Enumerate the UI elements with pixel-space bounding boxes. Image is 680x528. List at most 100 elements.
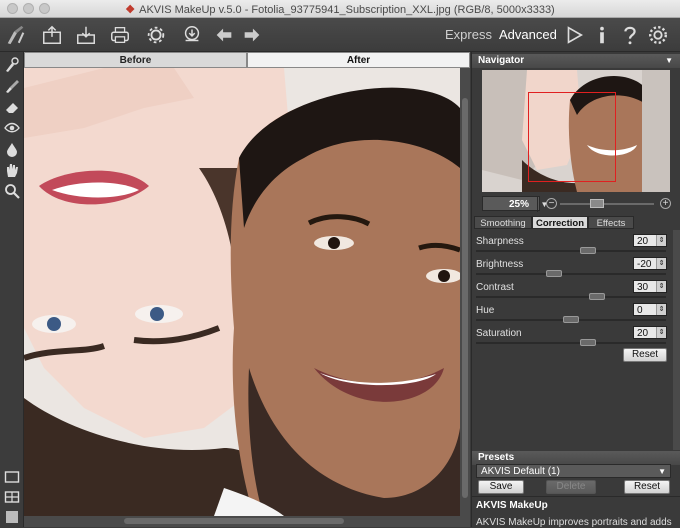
- param-row: Contrast 30 ⇕: [472, 280, 673, 305]
- image-canvas[interactable]: [24, 68, 460, 516]
- param-row: Saturation 20 ⇕: [472, 326, 673, 351]
- param-label: Sharpness: [476, 236, 524, 247]
- stepper-icon[interactable]: ⇕: [656, 235, 666, 246]
- print-icon[interactable]: [108, 23, 132, 47]
- param-value: 20: [637, 236, 649, 247]
- stepper-icon[interactable]: ⇕: [656, 281, 666, 292]
- presets-title: Presets: [478, 452, 515, 463]
- navigator-preview[interactable]: [482, 70, 670, 192]
- eye-icon[interactable]: [3, 119, 21, 137]
- param-slider-track[interactable]: [476, 296, 666, 298]
- background-view-icon[interactable]: [3, 508, 21, 526]
- param-label: Brightness: [476, 259, 524, 270]
- canvas-horizontal-scrollbar[interactable]: [24, 516, 470, 527]
- param-slider-thumb[interactable]: [563, 316, 579, 323]
- param-value: 0: [637, 305, 643, 316]
- param-row: Brightness -20 ⇕: [472, 257, 673, 282]
- canvas-vertical-scrollbar[interactable]: [460, 68, 470, 516]
- param-row: Hue 0 ⇕: [472, 303, 673, 328]
- param-label: Hue: [476, 305, 495, 316]
- brushes-logo-icon: [4, 23, 28, 47]
- param-value: 20: [637, 328, 649, 339]
- param-slider-thumb[interactable]: [589, 293, 606, 300]
- tab-smoothing[interactable]: Smoothing: [474, 216, 532, 229]
- zoom-in-icon[interactable]: +: [660, 198, 671, 209]
- info-divider: [472, 496, 680, 497]
- correction-settings: Reset Sharpness 20 ⇕ Brightness -20 ⇕ Contrast…: [472, 230, 673, 450]
- stepper-icon[interactable]: ⇕: [656, 304, 666, 315]
- preset-save-button[interactable]: Save: [478, 480, 524, 494]
- param-value-input[interactable]: 0 ⇕: [633, 303, 667, 316]
- save-icon[interactable]: [74, 23, 98, 47]
- tab-correction[interactable]: Correction: [532, 216, 588, 229]
- tools-panel: [0, 52, 24, 527]
- preferences-icon[interactable]: [646, 23, 670, 47]
- tab-after[interactable]: After: [247, 52, 470, 68]
- info-text: AKVIS MakeUp improves portraits and adds: [476, 517, 672, 528]
- main-toolbar: Express Advanced: [0, 18, 680, 52]
- zoom-icon[interactable]: [3, 182, 21, 200]
- split-view-icon[interactable]: [3, 488, 21, 506]
- title-bar: ❖ AKVIS MakeUp v.5.0 - Fotolia_93775941_S…: [0, 0, 680, 18]
- window-title-text: AKVIS MakeUp v.5.0 - Fotolia_93775941_Su…: [139, 4, 555, 16]
- zoom-controls: 25% ▼ − +: [472, 196, 680, 212]
- preset-selected-value: AKVIS Default (1): [481, 466, 560, 477]
- param-label: Saturation: [476, 328, 522, 339]
- param-label: Contrast: [476, 282, 514, 293]
- navigator-view-rect[interactable]: [528, 92, 616, 182]
- tab-effects[interactable]: Effects: [588, 216, 634, 229]
- advanced-mode-button[interactable]: Advanced: [499, 27, 557, 42]
- vertical-scroll-thumb[interactable]: [462, 98, 468, 498]
- zoom-select[interactable]: 25% ▼: [482, 196, 548, 212]
- zoom-value: 25%: [509, 199, 530, 210]
- preset-select[interactable]: AKVIS Default (1) ▼: [476, 464, 671, 478]
- param-slider-thumb[interactable]: [545, 270, 562, 277]
- makeup-brush-icon[interactable]: [3, 56, 21, 74]
- param-value: 30: [637, 282, 649, 293]
- param-value-input[interactable]: -20 ⇕: [633, 257, 667, 270]
- param-slider-track[interactable]: [476, 342, 666, 344]
- correction-scrollbar[interactable]: [673, 230, 680, 450]
- stepper-icon[interactable]: ⇕: [656, 258, 666, 269]
- param-slider-thumb[interactable]: [580, 247, 597, 254]
- eraser-icon[interactable]: [3, 98, 21, 116]
- param-value-input[interactable]: 20 ⇕: [633, 234, 667, 247]
- navigator-header: Navigator ▼: [472, 54, 680, 68]
- zoom-slider-thumb[interactable]: [590, 199, 604, 208]
- preset-reset-button[interactable]: Reset: [624, 480, 670, 494]
- param-value: -20: [637, 259, 652, 270]
- hand-icon[interactable]: [3, 161, 21, 179]
- param-value-input[interactable]: 20 ⇕: [633, 326, 667, 339]
- param-slider-track[interactable]: [476, 273, 666, 275]
- undo-icon[interactable]: [212, 23, 236, 47]
- portrait-photo: [24, 68, 460, 516]
- param-slider-track[interactable]: [476, 250, 666, 252]
- zoom-out-icon[interactable]: −: [546, 198, 557, 209]
- info-icon[interactable]: [590, 23, 614, 47]
- param-slider-thumb[interactable]: [580, 339, 597, 346]
- preset-dropdown-icon: ▼: [658, 467, 666, 476]
- view-tabs: Before After: [24, 52, 470, 68]
- help-icon[interactable]: [618, 23, 642, 47]
- param-row: Sharpness 20 ⇕: [472, 234, 673, 259]
- settings-icon[interactable]: [144, 23, 168, 47]
- horizontal-scroll-thumb[interactable]: [124, 518, 344, 524]
- express-mode-button[interactable]: Express: [445, 27, 492, 42]
- stepper-icon[interactable]: ⇕: [656, 327, 666, 338]
- single-view-icon[interactable]: [3, 468, 21, 486]
- param-value-input[interactable]: 30 ⇕: [633, 280, 667, 293]
- navigator-menu-icon[interactable]: ▼: [665, 54, 673, 68]
- app-logo-icon: ❖: [125, 4, 136, 16]
- preset-delete-button[interactable]: Delete: [546, 480, 596, 494]
- open-icon[interactable]: [40, 23, 64, 47]
- brush-icon[interactable]: [3, 77, 21, 95]
- redo-icon[interactable]: [240, 23, 264, 47]
- drop-icon[interactable]: [3, 140, 21, 158]
- panel-tabs: Smoothing Correction Effects: [472, 216, 680, 230]
- info-title: AKVIS MakeUp: [476, 500, 548, 511]
- share-icon[interactable]: [180, 23, 204, 47]
- zoom-slider-track[interactable]: [560, 203, 654, 205]
- run-icon[interactable]: [562, 23, 586, 47]
- window-title: ❖ AKVIS MakeUp v.5.0 - Fotolia_93775941_S…: [0, 3, 680, 16]
- tab-before[interactable]: Before: [24, 52, 247, 68]
